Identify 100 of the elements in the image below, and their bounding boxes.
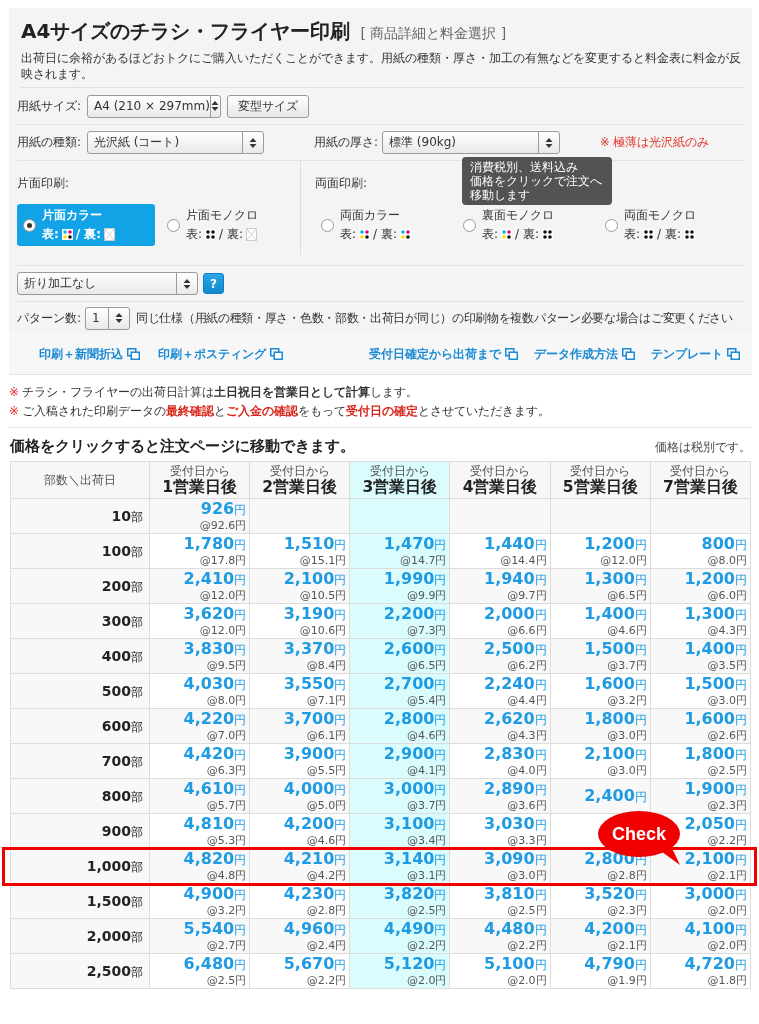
print-option[interactable]: 裏面モノクロ 表: / 裏:: [457, 204, 593, 246]
link[interactable]: 印刷＋新聞折込: [39, 345, 140, 363]
price-cell[interactable]: 1,300円 @4.3円: [650, 603, 751, 639]
price-cell[interactable]: 1,990円 @9.9円: [349, 568, 450, 604]
price-cell[interactable]: 2,410円 @12.0円: [149, 568, 250, 604]
column-header: 受付日から 5営業日後: [550, 461, 651, 499]
price-cell[interactable]: 1,940円 @9.7円: [449, 568, 551, 604]
price-cell[interactable]: 4,420円 @6.3円: [149, 743, 250, 779]
price-cell[interactable]: 4,480円 @2.2円: [449, 918, 551, 954]
price-cell[interactable]: 1,400円 @4.6円: [550, 603, 651, 639]
price-cell[interactable]: 3,550円 @7.1円: [249, 673, 350, 709]
price-cell[interactable]: 6,480円 @2.5円: [149, 953, 250, 989]
price-cell[interactable]: 1,200円 @12.0円: [550, 533, 651, 569]
price-cell[interactable]: 2,240円 @4.4円: [449, 673, 551, 709]
price-cell[interactable]: 2,000円 @6.6円: [449, 603, 551, 639]
column-header: 受付日から 1営業日後: [149, 461, 250, 499]
price-cell[interactable]: 4,900円 @3.2円: [149, 883, 250, 919]
price-cell[interactable]: 5,120円 @2.0円: [349, 953, 450, 989]
side-label: 表:: [340, 226, 357, 243]
price-cell[interactable]: 3,190円 @10.6円: [249, 603, 350, 639]
price-cell[interactable]: 3,000円 @3.7円: [349, 778, 450, 814]
paper-type-select[interactable]: 光沢紙 (コート): [87, 131, 264, 154]
price-cell[interactable]: 3,620円 @12.0円: [149, 603, 250, 639]
price-cell[interactable]: 2,890円 @3.6円: [449, 778, 551, 814]
external-window-icon: [270, 348, 283, 360]
price-cell[interactable]: 1,500円 @3.0円: [650, 673, 751, 709]
paper-size-select[interactable]: A4 (210 × 297mm): [87, 94, 221, 118]
link[interactable]: データ作成方法: [534, 345, 635, 363]
price-cell[interactable]: 4,100円 @2.0円: [650, 918, 751, 954]
price-cell[interactable]: 1,500円 @3.7円: [550, 638, 651, 674]
price-cell[interactable]: 2,100円 @3.0円: [550, 743, 651, 779]
price-cell[interactable]: 4,000円 @5.0円: [249, 778, 350, 814]
price-cell[interactable]: 1,200円 @6.0円: [650, 568, 751, 604]
price-cell[interactable]: 1,300円 @6.5円: [550, 568, 651, 604]
price-cell[interactable]: 1,510円 @15.1円: [249, 533, 350, 569]
page-title: A4サイズのチラシ・フライヤー印刷: [21, 18, 351, 45]
price-cell[interactable]: 5,100円 @2.0円: [449, 953, 551, 989]
price-cell[interactable]: 3,090円 @3.0円: [449, 848, 551, 884]
price-cell[interactable]: 1,470円 @14.7円: [349, 533, 450, 569]
price-cell[interactable]: 1,800円 @2.5円: [650, 743, 751, 779]
page-subtitle: [ 商品詳細と料金選択 ]: [360, 25, 507, 43]
price-cell[interactable]: 3,700円 @6.1円: [249, 708, 350, 744]
side-label: / 裏:: [373, 226, 397, 243]
column-header: 受付日から 4営業日後: [449, 461, 551, 499]
link[interactable]: 受付日確定から出荷まで: [369, 345, 518, 363]
price-cell[interactable]: 1,780円 @17.8円: [149, 533, 250, 569]
price-cell[interactable]: 2,100円 @10.5円: [249, 568, 350, 604]
price-cell[interactable]: 2,500円 @6.2円: [449, 638, 551, 674]
price-cell[interactable]: 1,900円 @2.3円: [650, 778, 751, 814]
folding-select[interactable]: 折り加工なし: [17, 272, 198, 295]
price-cell[interactable]: 4,790円 @1.9円: [550, 953, 651, 989]
price-cell[interactable]: 4,960円 @2.4円: [249, 918, 350, 954]
price-cell[interactable]: 2,600円 @6.5円: [349, 638, 450, 674]
price-cell[interactable]: 1,600円 @2.6円: [650, 708, 751, 744]
price-cell[interactable]: 4,030円 @8.0円: [149, 673, 250, 709]
external-window-icon: [622, 348, 635, 360]
price-cell[interactable]: 3,520円 @2.3円: [550, 883, 651, 919]
price-cell[interactable]: 926円 @92.6円: [149, 498, 250, 534]
price-cell[interactable]: 4,220円 @7.0円: [149, 708, 250, 744]
price-cell[interactable]: 3,830円 @9.5円: [149, 638, 250, 674]
price-cell[interactable]: 1,400円 @3.5円: [650, 638, 751, 674]
custom-size-button[interactable]: 変型サイズ: [227, 94, 309, 118]
price-cell[interactable]: 4,610円 @5.7円: [149, 778, 250, 814]
price-cell[interactable]: 4,720円 @1.8円: [650, 953, 751, 989]
price-cell[interactable]: 1,600円 @3.2円: [550, 673, 651, 709]
price-cell[interactable]: 3,140円 @3.1円: [349, 848, 450, 884]
price-cell[interactable]: 3,000円 @2.0円: [650, 883, 751, 919]
print-option[interactable]: 両面モノクロ 表: / 裏:: [599, 204, 735, 246]
price-cell[interactable]: 4,230円 @2.8円: [249, 883, 350, 919]
price-cell[interactable]: 4,820円 @4.8円: [149, 848, 250, 884]
price-cell[interactable]: 4,210円 @4.2円: [249, 848, 350, 884]
price-cell[interactable]: 1,800円 @3.0円: [550, 708, 651, 744]
price-cell[interactable]: 800円 @8.0円: [650, 533, 751, 569]
price-cell[interactable]: 3,370円 @8.4円: [249, 638, 350, 674]
price-cell[interactable]: 5,670円 @2.2円: [249, 953, 350, 989]
paper-weight-select[interactable]: 標準 (90kg): [382, 131, 560, 154]
price-cell[interactable]: 2,700円 @5.4円: [349, 673, 450, 709]
price-cell[interactable]: 3,810円 @2.5円: [449, 883, 551, 919]
price-cell[interactable]: 4,490円 @2.2円: [349, 918, 450, 954]
link[interactable]: テンプレート: [651, 345, 740, 363]
price-cell[interactable]: 2,830円 @4.0円: [449, 743, 551, 779]
radio-button: [23, 218, 36, 232]
quantity-cell: 1,000部: [10, 848, 150, 884]
note-mark: ※: [9, 403, 20, 420]
four-dots-icon: [683, 229, 695, 240]
note-text: ご入稿された印刷データの最終確認とご入金の確認をもって受付日の確定とさせていただきます。: [22, 403, 551, 420]
field-label: 用紙の厚さ:: [314, 134, 380, 151]
print-option[interactable]: 両面カラー 表: / 裏:: [315, 204, 451, 246]
pattern-count-select[interactable]: 1: [85, 306, 131, 330]
price-cell[interactable]: 3,900円 @5.5円: [249, 743, 350, 779]
quantity-cell: 300部: [10, 603, 150, 639]
print-option[interactable]: 片面モノクロ 表: / 裏:: [161, 204, 299, 246]
price-cell[interactable]: 2,900円 @4.1円: [349, 743, 450, 779]
price-cell[interactable]: 2,200円 @7.3円: [349, 603, 450, 639]
column-header: 受付日から 3営業日後: [349, 461, 450, 499]
price-cell[interactable]: 1,440円 @14.4円: [449, 533, 551, 569]
price-cell[interactable]: 2,800円 @4.6円: [349, 708, 450, 744]
price-cell[interactable]: 4,200円 @2.1円: [550, 918, 651, 954]
price-cell[interactable]: 5,540円 @2.7円: [149, 918, 250, 954]
price-cell[interactable]: 2,620円 @4.3円: [449, 708, 551, 744]
